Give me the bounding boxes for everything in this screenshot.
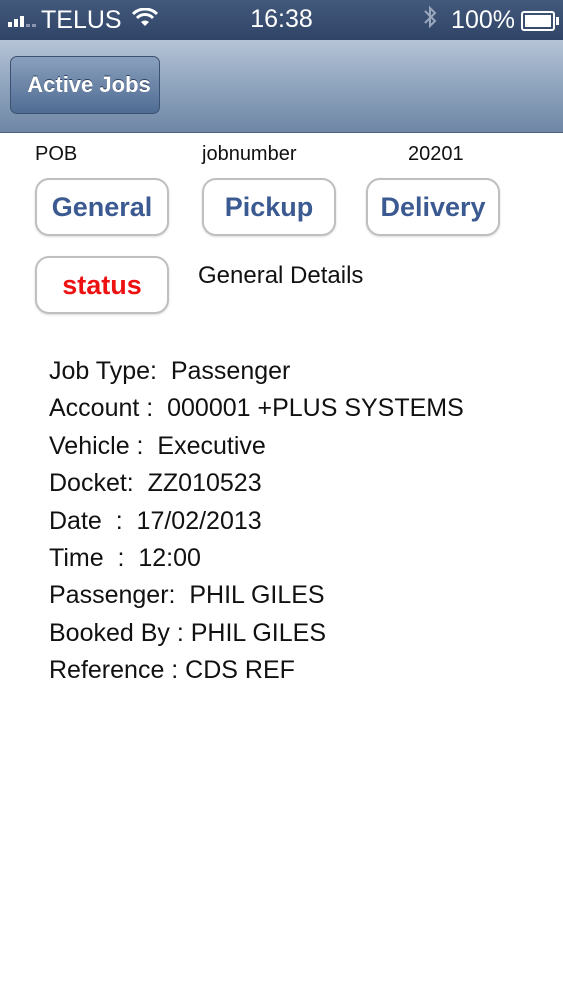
navigation-bar: Active Jobs: [0, 40, 563, 133]
detail-account: Account : 000001 +PLUS SYSTEMS: [49, 394, 464, 423]
job-status-code: POB: [35, 143, 78, 165]
section-title: General Details: [198, 262, 364, 289]
back-button-label: Active Jobs: [27, 72, 151, 97]
job-details: Job Type: Passenger Account : 000001 +PL…: [49, 353, 464, 690]
status-bar: TELUS 16:38 100%: [0, 0, 563, 40]
job-number-value: 20201: [408, 143, 464, 165]
detail-vehicle: Vehicle : Executive: [49, 431, 266, 460]
bluetooth-icon: [423, 5, 437, 36]
status-right: 100%: [423, 5, 559, 36]
detail-job-type: Job Type: Passenger: [49, 357, 291, 385]
battery-percent: 100%: [451, 6, 515, 34]
general-button[interactable]: General: [35, 178, 169, 236]
detail-booked-by: Booked By : PHIL GILES: [49, 618, 326, 647]
back-button[interactable]: Active Jobs: [0, 56, 160, 114]
delivery-button[interactable]: Delivery: [366, 178, 500, 236]
detail-date: Date : 17/02/2013: [49, 506, 262, 535]
job-number-label: jobnumber: [202, 143, 297, 165]
status-button[interactable]: status: [35, 256, 169, 314]
pickup-button[interactable]: Pickup: [202, 178, 336, 236]
detail-time: Time : 12:00: [49, 544, 201, 573]
detail-docket: Docket: ZZ010523: [49, 469, 262, 498]
battery-icon: [521, 10, 559, 31]
detail-reference: Reference : CDS REF: [49, 656, 295, 685]
detail-passenger: Passenger: PHIL GILES: [49, 581, 325, 610]
